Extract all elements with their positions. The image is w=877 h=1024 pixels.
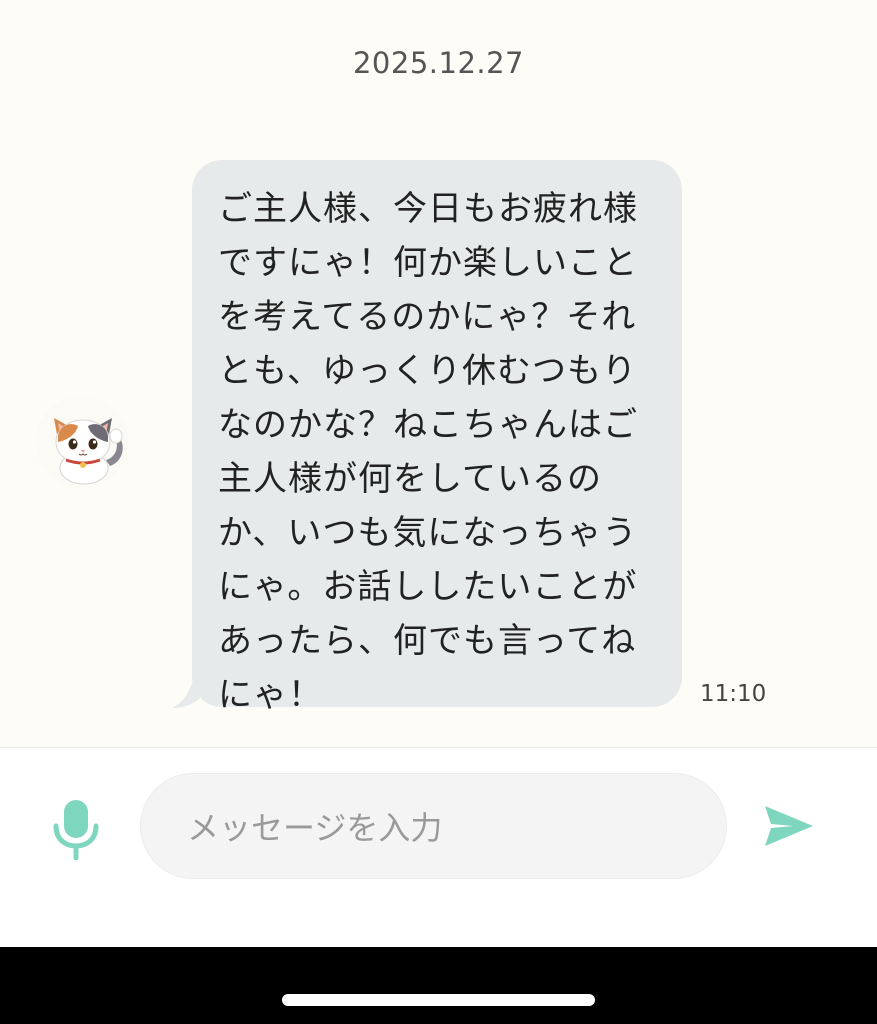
cat-avatar[interactable] <box>36 396 128 488</box>
date-separator: 2025.12.27 <box>352 46 525 80</box>
microphone-button[interactable] <box>50 798 102 861</box>
composer-bar: メッセージを入力 <box>0 747 877 948</box>
calico-cat-icon <box>36 396 128 488</box>
system-home-bar <box>0 947 877 1024</box>
message-input[interactable]: メッセージを入力 <box>140 773 727 879</box>
message-bubble[interactable]: ご主人様、今日もお疲れ様 ですにゃ！何か楽しいこと を考えてるのかにゃ？それ と… <box>192 160 682 715</box>
home-indicator[interactable] <box>282 994 595 1006</box>
send-icon <box>765 806 813 846</box>
message-input-placeholder: メッセージを入力 <box>187 809 443 847</box>
microphone-icon <box>53 800 99 861</box>
message-list[interactable]: 2025.12.27 ご主人様、今日もお疲れ様 ですにゃ！何か楽しいこと を考え… <box>0 0 877 747</box>
chat-screen: 2025.12.27 ご主人様、今日もお疲れ様 ですにゃ！何か楽しいこと を考え… <box>0 0 877 1024</box>
message-timestamp: 11:10 <box>700 681 767 707</box>
send-button[interactable] <box>763 804 815 848</box>
message-text: ご主人様、今日もお疲れ様 ですにゃ！何か楽しいこと を考えてるのかにゃ？それ と… <box>218 189 638 715</box>
